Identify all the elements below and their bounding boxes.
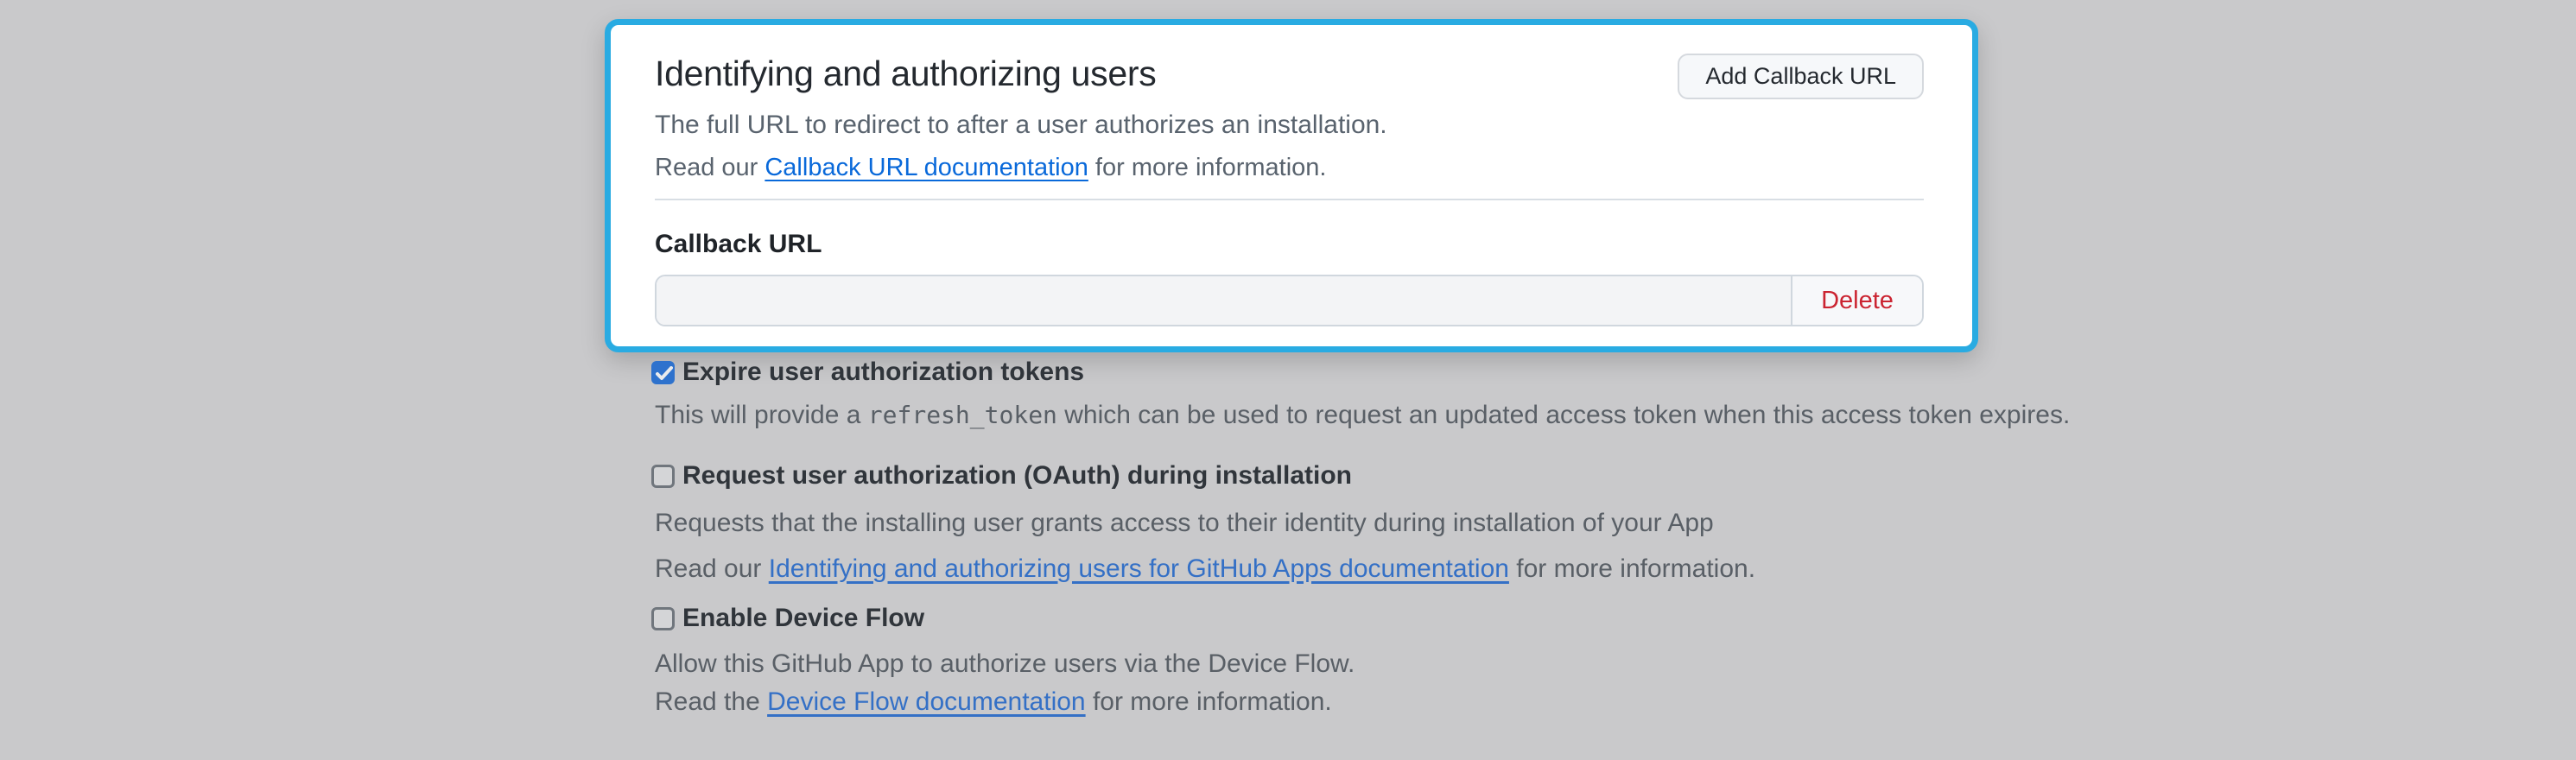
request-oauth-description: Requests that the installing user grants… bbox=[655, 507, 1714, 540]
device-flow-read-line: Read the Device Flow documentation for m… bbox=[655, 686, 1332, 719]
add-callback-url-button[interactable]: Add Callback URL bbox=[1678, 54, 1924, 99]
option-request-oauth: Request user authorization (OAuth) durin… bbox=[651, 461, 1352, 491]
card-read-line: Read our Callback URL documentation for … bbox=[655, 151, 1326, 184]
refresh-token-code: refresh_token bbox=[868, 401, 1057, 429]
expire-tokens-description: This will provide a refresh_token which … bbox=[655, 399, 2070, 432]
request-oauth-label: Request user authorization (OAuth) durin… bbox=[682, 461, 1352, 491]
device-flow-description: Allow this GitHub App to authorize users… bbox=[655, 648, 1355, 681]
desc-suffix: which can be used to request an updated … bbox=[1057, 401, 2070, 429]
callback-url-input-group: Delete bbox=[655, 275, 1924, 326]
check-icon bbox=[656, 366, 673, 382]
card-description: The full URL to redirect to after a user… bbox=[655, 109, 1387, 142]
identifying-authorizing-users-docs-link[interactable]: Identifying and authorizing users for Gi… bbox=[769, 554, 1509, 583]
desc-prefix: This will provide a bbox=[655, 401, 868, 429]
card-title: Identifying and authorizing users bbox=[655, 49, 1156, 98]
read-suffix: for more information. bbox=[1088, 154, 1327, 181]
expire-tokens-checkbox[interactable] bbox=[651, 361, 675, 384]
card-divider bbox=[655, 199, 1924, 200]
read-prefix: Read our bbox=[655, 154, 765, 181]
callback-url-input[interactable] bbox=[657, 276, 1791, 325]
read-suffix: for more information. bbox=[1509, 554, 1755, 583]
device-flow-documentation-link[interactable]: Device Flow documentation bbox=[767, 687, 1086, 716]
read-suffix: for more information. bbox=[1086, 687, 1332, 716]
callback-url-field-label: Callback URL bbox=[655, 228, 822, 261]
delete-callback-url-button[interactable]: Delete bbox=[1791, 276, 1922, 325]
enable-device-flow-label: Enable Device Flow bbox=[682, 604, 924, 633]
spotlight-card-identifying-authorizing-users: Identifying and authorizing users Add Ca… bbox=[605, 19, 1978, 352]
read-prefix: Read our bbox=[655, 554, 769, 583]
request-oauth-read-line: Read our Identifying and authorizing use… bbox=[655, 553, 1755, 586]
expire-tokens-label: Expire user authorization tokens bbox=[682, 358, 1084, 387]
option-enable-device-flow: Enable Device Flow bbox=[651, 604, 924, 633]
dimmed-page-background: Identifying and authorizing users Add Ca… bbox=[0, 0, 2576, 760]
read-prefix: Read the bbox=[655, 687, 767, 716]
callback-url-documentation-link[interactable]: Callback URL documentation bbox=[765, 154, 1088, 181]
option-expire-tokens: Expire user authorization tokens bbox=[651, 358, 1084, 387]
request-oauth-checkbox[interactable] bbox=[651, 465, 675, 488]
enable-device-flow-checkbox[interactable] bbox=[651, 607, 675, 630]
